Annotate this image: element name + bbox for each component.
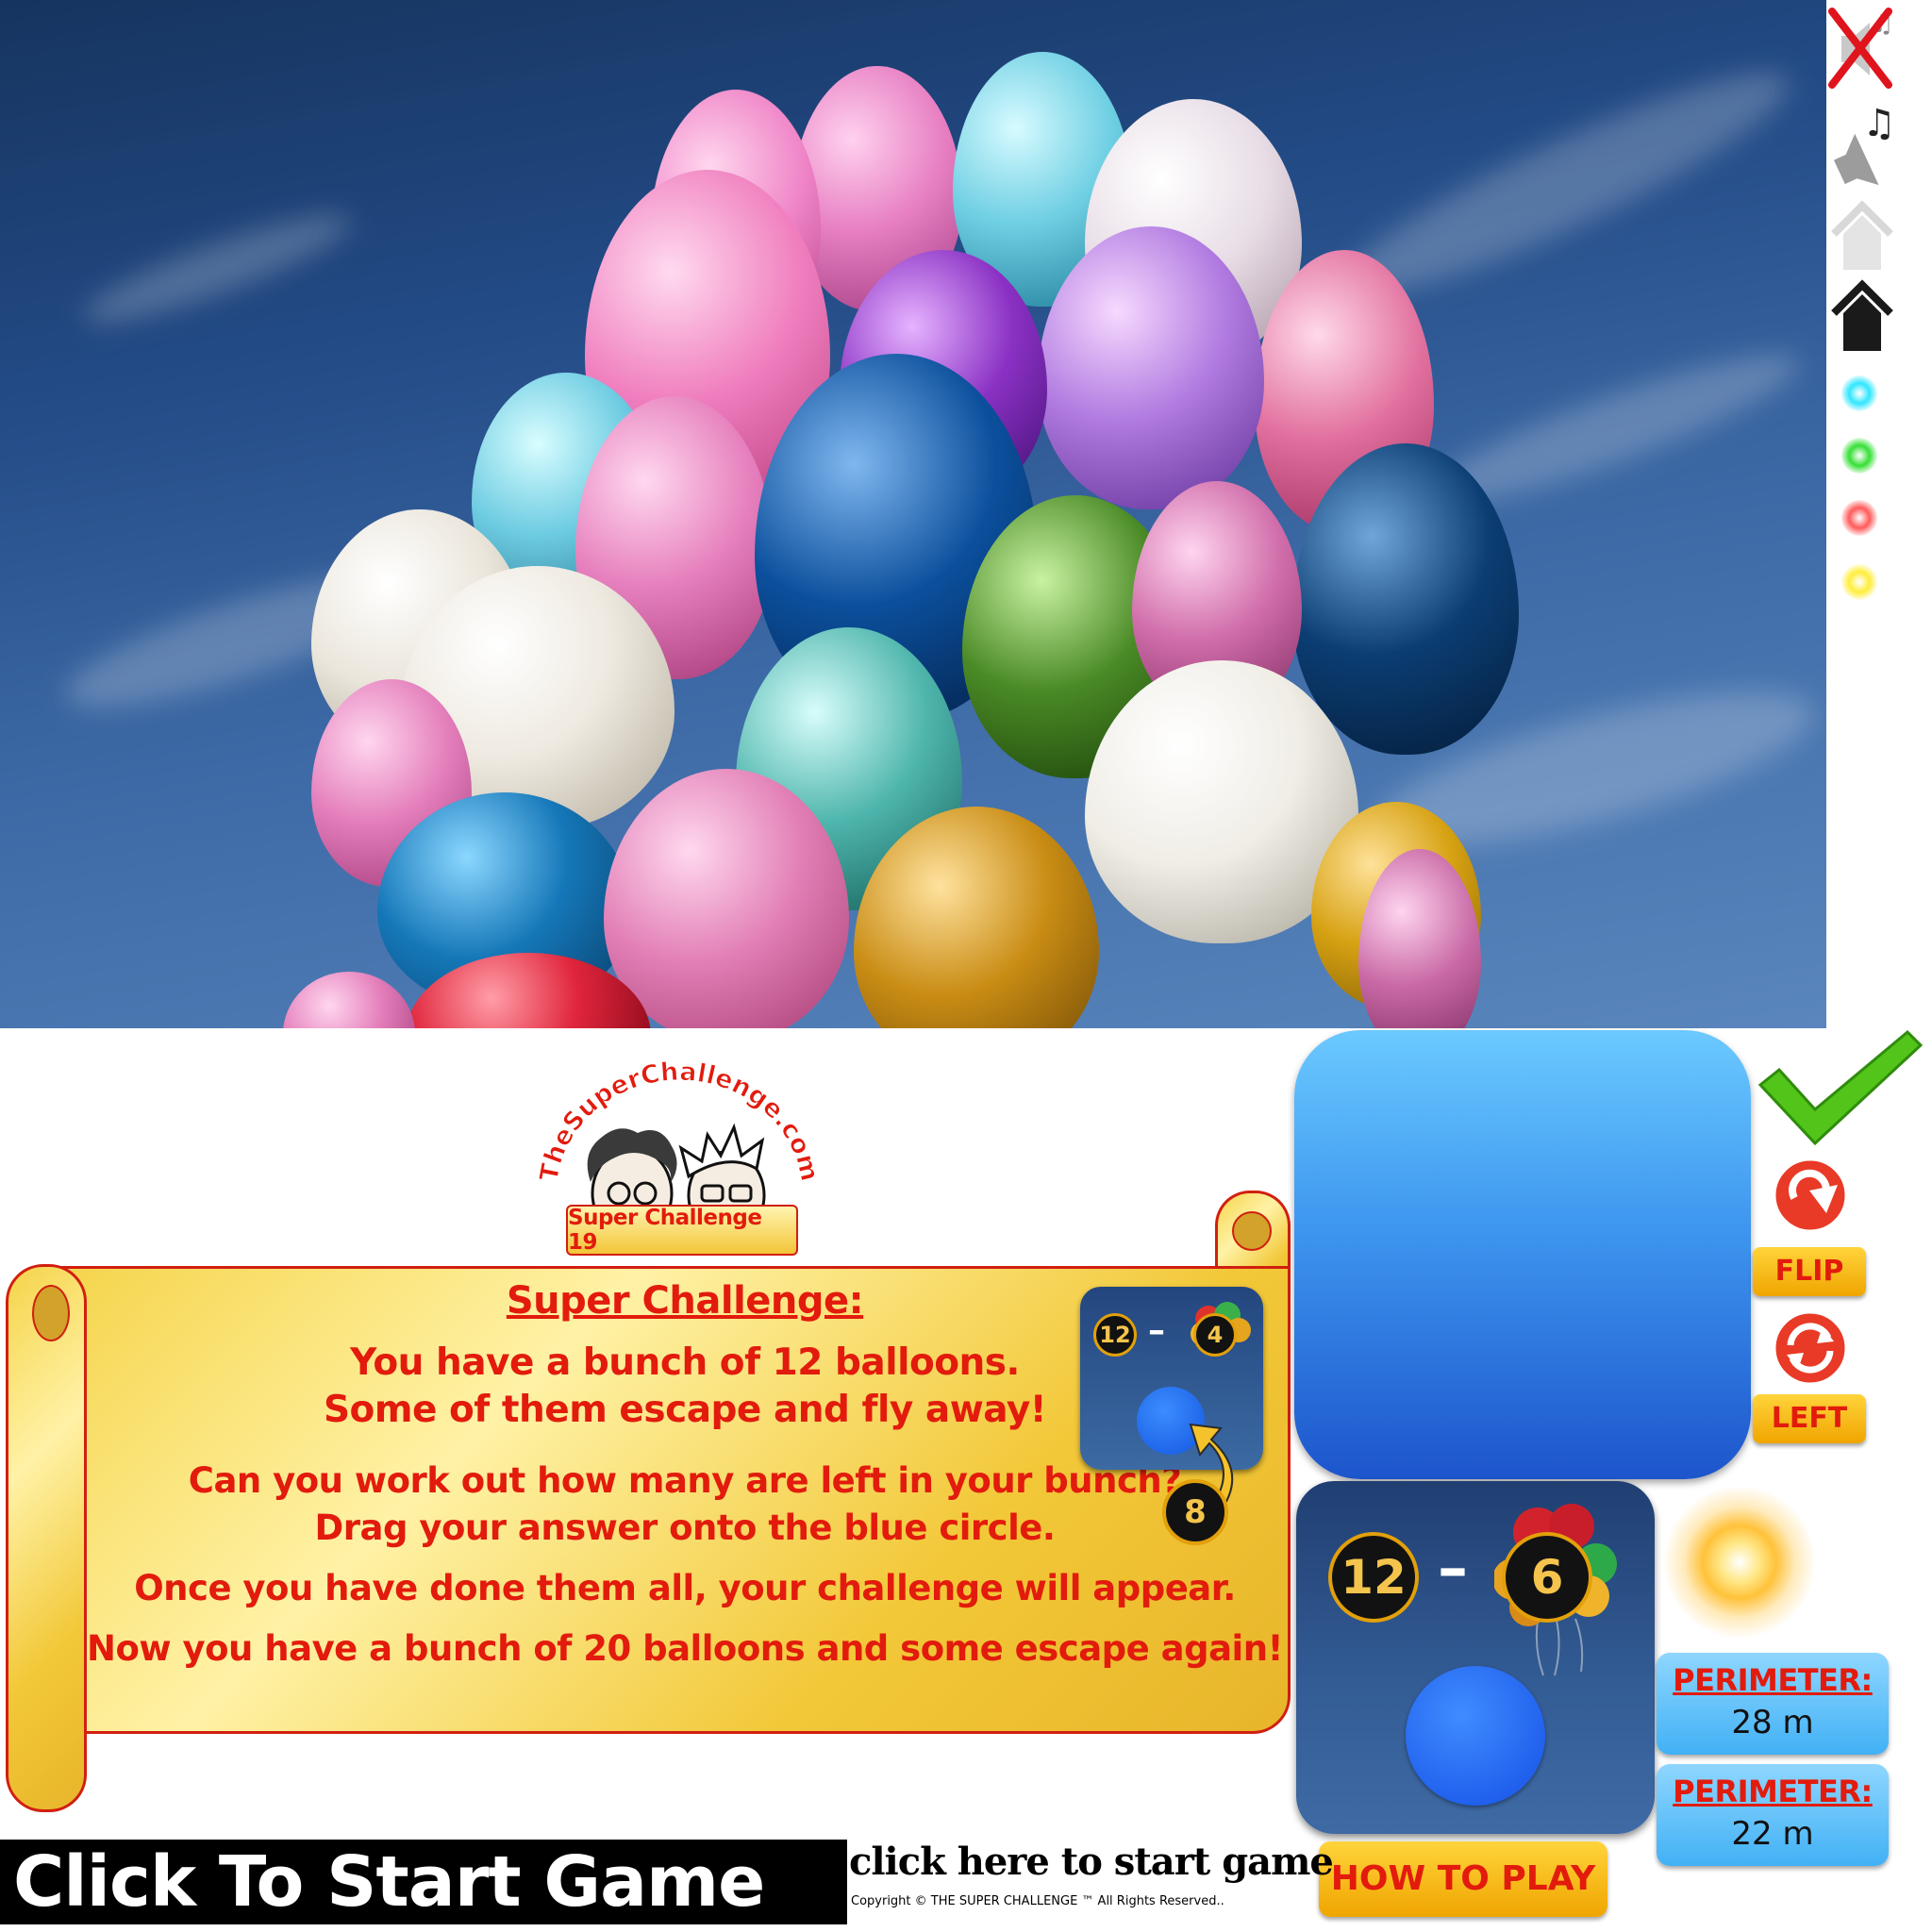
sound-on-icon[interactable]: ♫ <box>1828 98 1896 192</box>
instruction-scroll: Super Challenge: You have a bunch of 12 … <box>6 1191 1292 1813</box>
example-answer-number: 8 <box>1162 1479 1228 1545</box>
perimeter-label-1: PERIMETER: <box>1673 1662 1873 1698</box>
flip-button[interactable]: FLIP <box>1753 1247 1866 1296</box>
perimeter-label-2: PERIMETER: <box>1673 1774 1873 1809</box>
start-game-label: Click To Start Game <box>13 1841 765 1923</box>
challenge-escaped-number: 6 <box>1502 1532 1592 1623</box>
answer-shape-tile[interactable] <box>1294 1030 1751 1479</box>
perimeter-value-1: 28 m <box>1731 1704 1814 1741</box>
rotate-left-icon[interactable] <box>1772 1309 1849 1387</box>
home-light-icon[interactable] <box>1828 196 1896 275</box>
example-start-number: 12 <box>1093 1313 1137 1357</box>
left-button[interactable]: LEFT <box>1753 1394 1866 1443</box>
scroll-line-4: Drag your answer onto the blue circle. <box>314 1507 1056 1548</box>
sparkle-icon <box>1664 1487 1815 1638</box>
start-game-link[interactable]: click here to start game <box>849 1840 1334 1884</box>
scroll-line-6: Now you have a bunch of 20 balloons and … <box>87 1628 1283 1669</box>
red-color-dot[interactable] <box>1841 500 1877 536</box>
challenge-drop-circle[interactable] <box>1406 1666 1545 1806</box>
flip-icon[interactable] <box>1772 1157 1849 1234</box>
green-color-dot[interactable] <box>1841 438 1877 474</box>
example-minus: – <box>1148 1311 1165 1350</box>
cyan-color-dot[interactable] <box>1841 375 1877 411</box>
svg-text:TheSuperChallenge.com: TheSuperChallenge.com <box>538 1058 821 1184</box>
how-to-play-button[interactable]: HOW TO PLAY <box>1319 1841 1607 1917</box>
sound-off-icon[interactable]: ♫ <box>1828 4 1896 94</box>
start-game-banner[interactable]: Click To Start Game <box>0 1840 847 1924</box>
scroll-line-5: Once you have done them all, your challe… <box>134 1568 1236 1608</box>
home-dark-icon[interactable] <box>1828 275 1896 357</box>
svg-text:♫: ♫ <box>1862 102 1896 145</box>
challenge-start-number: 12 <box>1328 1532 1419 1623</box>
challenge-minus: – <box>1438 1534 1468 1604</box>
perimeter-value-2: 22 m <box>1731 1815 1814 1853</box>
balloon-photo <box>0 0 1826 1028</box>
yellow-color-dot[interactable] <box>1841 564 1877 600</box>
copyright-text: Copyright © THE SUPER CHALLENGE ™ All Ri… <box>851 1894 1224 1908</box>
logo-arc-text: TheSuperChallenge.com <box>534 1057 824 1184</box>
challenge-card: 12 – 6 <box>1296 1481 1655 1834</box>
check-icon[interactable] <box>1753 1026 1926 1149</box>
example-escaped-number: 4 <box>1193 1313 1237 1357</box>
perimeter-box-2[interactable]: PERIMETER: 22 m <box>1657 1764 1889 1866</box>
perimeter-box-1[interactable]: PERIMETER: 28 m <box>1657 1653 1889 1755</box>
